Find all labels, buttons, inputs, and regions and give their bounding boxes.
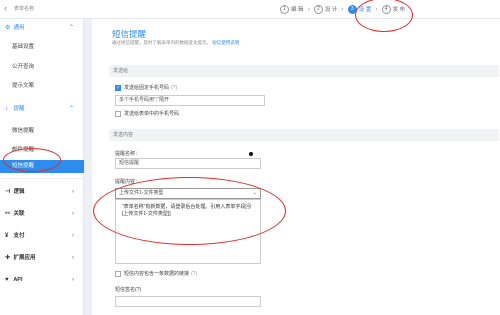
step-nav: 1 编 辑 › 2 设 计 › 3 设 置 › 4 发 布 xyxy=(280,3,409,15)
step-settings[interactable]: 3 设 置 xyxy=(347,4,372,14)
chevron-right-icon: › xyxy=(72,189,74,195)
checkbox-unchecked-icon xyxy=(115,270,121,277)
chevron-right-icon: › xyxy=(72,233,74,239)
chevron-right-icon: › xyxy=(341,5,344,13)
chevron-down-icon: ⌄ xyxy=(252,190,257,196)
link-icon: ⚯ xyxy=(5,211,11,217)
checkbox-include-link[interactable]: 短信内容包含一条数据的链接 (?) xyxy=(115,270,197,277)
reminder-name-input[interactable]: 短信提醒 xyxy=(115,158,261,169)
phone-input[interactable]: 多个手机号码用";"隔开 xyxy=(115,95,265,106)
checkbox-label: 发送给表单中的手机号码 xyxy=(124,111,180,117)
content-label: 提醒内容： xyxy=(115,179,141,185)
step-label: 设 计 xyxy=(324,7,338,13)
step-design[interactable]: 2 设 计 xyxy=(313,4,338,14)
chevron-up-icon: ⌃ xyxy=(68,25,74,31)
field-insert-select[interactable]: 上传文件1-文件类型 ⌄ xyxy=(115,188,261,199)
step-label: 发 布 xyxy=(392,7,406,13)
sidebar: ⚙ 通用 ⌃ 基础设置 公开查询 提示文案 ♪ 提醒 ⌃ 微信提醒 邮件提醒 短… xyxy=(0,19,84,315)
back-chevron-icon[interactable]: ‹ xyxy=(4,3,7,13)
app-title: 表单名称 xyxy=(14,6,35,12)
sidebar-item-basic-settings[interactable]: 基础设置 xyxy=(0,41,84,54)
page-title: 短信提醒 xyxy=(112,29,147,39)
step-edit[interactable]: 1 编 辑 xyxy=(280,4,304,14)
chevron-up-icon: ⌃ xyxy=(68,106,74,112)
sidebar-group-label: 关联 xyxy=(13,211,25,217)
sidebar-group-label: API xyxy=(13,277,23,283)
sidebar-group-label: 提醒 xyxy=(13,106,25,112)
sidebar-group-label: 通用 xyxy=(13,25,25,31)
divider xyxy=(0,178,84,179)
step-publish[interactable]: 4 发 布 xyxy=(381,4,406,14)
sidebar-group-label: 扩展应用 xyxy=(13,255,36,261)
gear-icon: ⚙ xyxy=(5,25,11,31)
sidebar-item-wechat-reminder[interactable]: 微信提醒 xyxy=(0,125,84,138)
puzzle-icon: ✚ xyxy=(5,255,11,261)
step-number: 2 xyxy=(313,4,323,14)
checkbox-form-phone[interactable]: 发送给表单中的手机号码 xyxy=(115,110,179,117)
chevron-right-icon: › xyxy=(72,277,74,283)
sidebar-group-reminder[interactable]: ♪ 提醒 ⌃ xyxy=(0,102,84,116)
sidebar-item-public-query[interactable]: 公开查询 xyxy=(0,61,84,74)
heart-icon: ♥ xyxy=(5,277,9,283)
step-number: 3 xyxy=(347,4,357,14)
bell-icon: ♪ xyxy=(5,106,8,112)
sidebar-group-payment[interactable]: ¥ 支付 › xyxy=(0,229,84,243)
help-hint: (?) xyxy=(191,270,198,277)
step-label: 编 辑 xyxy=(291,7,304,13)
sidebar-group-api[interactable]: ♥ API › xyxy=(0,273,84,287)
description-text: 通过短信提醒，及时了解表单内的数据变化提示。 xyxy=(112,40,211,45)
sidebar-item-email-reminder[interactable]: 邮件提醒 xyxy=(0,144,84,157)
section-header-content: 发送内容 xyxy=(109,129,499,141)
chevron-right-icon: › xyxy=(72,255,74,261)
logic-icon: ⊣ xyxy=(5,189,11,195)
sidebar-group-label: 逻辑 xyxy=(13,189,25,195)
checkbox-unchecked-icon xyxy=(115,110,121,117)
sidebar-group-general[interactable]: ⚙ 通用 ⌃ xyxy=(0,21,84,35)
step-number: 1 xyxy=(280,4,289,14)
select-value: 上传文件1-文件类型 xyxy=(119,190,164,196)
sidebar-item-prompt-text[interactable]: 提示文案 xyxy=(0,80,84,93)
chevron-right-icon: › xyxy=(307,5,310,13)
checkbox-checked-icon: ✓ xyxy=(115,84,121,91)
name-label: 提醒名称： xyxy=(115,151,141,157)
sidebar-item-sms-reminder[interactable]: 短信提醒 xyxy=(0,160,84,173)
sidebar-group-relation[interactable]: ⚯ 关联 › xyxy=(0,207,84,221)
chevron-right-icon: › xyxy=(72,211,74,217)
step-label: 设 置 xyxy=(358,7,372,13)
signature-input[interactable] xyxy=(115,296,261,307)
message-textarea[interactable]: “表单名称”有新数据，请登录后台处理。引用入表单字段[引[上传文件1-文件类型]… xyxy=(115,199,261,264)
top-bar: ‹ 表单名称 1 编 辑 › 2 设 计 › 3 设 置 › 4 发 布 xyxy=(0,0,500,19)
help-link[interactable]: 短信使用说明 xyxy=(212,40,239,45)
section-header-send-to: 发送给 xyxy=(109,65,499,77)
checkbox-fixed-phone[interactable]: ✓ 发送给固定手机号码 (?) xyxy=(115,84,177,91)
sidebar-group-logic[interactable]: ⊣ 逻辑 › xyxy=(0,185,84,199)
main-panel: 短信提醒 通过短信提醒，及时了解表单内的数据变化提示。 短信使用说明 发送给 ✓… xyxy=(92,19,500,315)
payment-icon: ¥ xyxy=(5,233,9,239)
page-description: 通过短信提醒，及时了解表单内的数据变化提示。 短信使用说明 xyxy=(112,40,239,46)
checkbox-label: 发送给固定手机号码 xyxy=(124,85,170,91)
chevron-right-icon: › xyxy=(375,5,378,13)
checkbox-label: 短信内容包含一条数据的链接 xyxy=(124,271,190,277)
sidebar-group-label: 支付 xyxy=(13,233,25,239)
sidebar-group-extensions[interactable]: ✚ 扩展应用 › xyxy=(0,251,84,265)
help-hint: (?) xyxy=(171,84,178,91)
signature-label: 短信签名(?) xyxy=(115,287,142,293)
step-number: 4 xyxy=(381,4,391,14)
annotation-dot xyxy=(249,152,253,156)
